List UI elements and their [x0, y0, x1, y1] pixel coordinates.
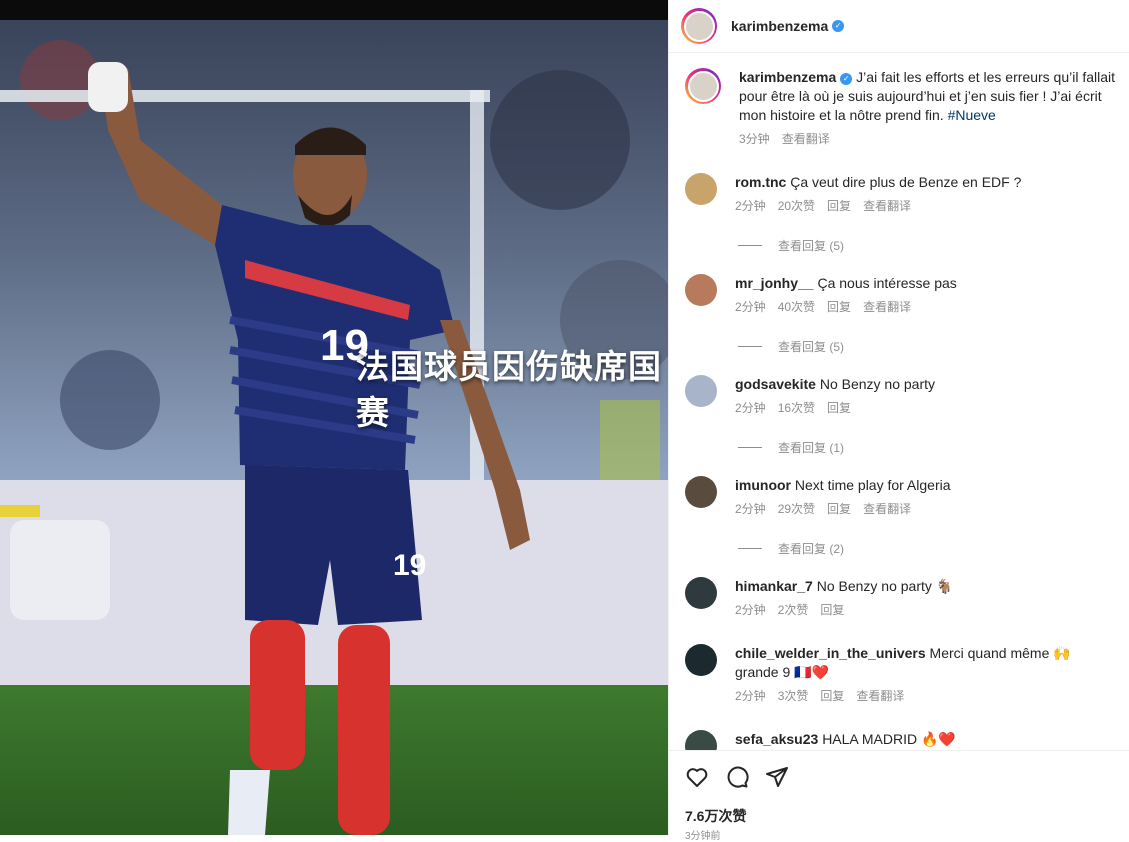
comment-likes[interactable]: 29次赞: [778, 502, 815, 516]
comment-item: imunoor Next time play for Algeria 2分钟 29…: [685, 476, 1118, 519]
share-icon[interactable]: [765, 765, 789, 794]
reply-button[interactable]: 回复: [827, 300, 851, 314]
comment-text: No Benzy no party: [819, 376, 935, 392]
comment-text: Ça nous intéresse pas: [817, 275, 957, 291]
reply-button[interactable]: 回复: [827, 502, 851, 516]
commenter-avatar[interactable]: [685, 173, 717, 205]
view-replies-button[interactable]: 查看回复 (5): [738, 338, 844, 355]
comment-icon[interactable]: [725, 765, 749, 794]
svg-text:19: 19: [393, 549, 426, 582]
comment-username[interactable]: imunoor: [735, 477, 791, 493]
comment-time: 2分钟: [735, 300, 766, 314]
see-translation-link[interactable]: 查看翻译: [863, 300, 911, 314]
post-footer: 7.6万次赞 3分钟前: [669, 750, 1129, 842]
comment-time: 2分钟: [735, 502, 766, 516]
commenter-avatar[interactable]: [685, 577, 717, 609]
heart-icon[interactable]: [685, 765, 709, 794]
comment-username[interactable]: mr_jonhy__: [735, 275, 814, 291]
commenter-avatar[interactable]: [685, 274, 717, 306]
reply-button[interactable]: 回复: [820, 603, 844, 617]
comment-text: Ça veut dire plus de Benze en EDF ?: [790, 174, 1022, 190]
action-bar: [685, 765, 805, 794]
comment-item: godsavekite No Benzy no party 2分钟 16次赞 回复: [685, 375, 1118, 418]
comment-username[interactable]: rom.tnc: [735, 174, 786, 190]
comment-username[interactable]: godsavekite: [735, 376, 816, 392]
post-side-panel: karimbenzema ✓ karimbenzema ✓ J’ai fait l…: [668, 0, 1129, 842]
see-translation-link[interactable]: 查看翻译: [782, 132, 830, 146]
view-replies-button[interactable]: 查看回复 (5): [738, 237, 844, 254]
author-avatar[interactable]: [681, 8, 717, 44]
verified-badge-icon: ✓: [840, 73, 853, 85]
reply-button[interactable]: 回复: [827, 199, 851, 213]
view-replies-button[interactable]: 查看回复 (1): [738, 439, 844, 456]
see-translation-link[interactable]: 查看翻译: [856, 689, 904, 703]
comment-item: sefa_aksu23 HALA MADRID 🔥❤️: [685, 730, 1118, 750]
comment-item: chile_welder_in_the_univers Merci quand …: [685, 644, 1118, 706]
reply-button[interactable]: 回复: [827, 401, 851, 415]
comment-likes[interactable]: 20次赞: [778, 199, 815, 213]
hashtag-link[interactable]: #Nueve: [948, 107, 996, 123]
likes-count[interactable]: 7.6万次赞: [685, 806, 746, 826]
comment-likes[interactable]: 40次赞: [778, 300, 815, 314]
comment-text: Next time play for Algeria: [794, 477, 951, 493]
commenter-avatar[interactable]: [685, 644, 717, 676]
comment-item: mr_jonhy__ Ça nous intéresse pas 2分钟 40次赞…: [685, 274, 1118, 317]
commenter-avatar[interactable]: [685, 476, 717, 508]
comment-time: 2分钟: [735, 603, 766, 617]
reply-button[interactable]: 回复: [820, 689, 844, 703]
caption-avatar[interactable]: [685, 68, 721, 104]
comment-likes[interactable]: 3次赞: [778, 689, 809, 703]
comment-item: himankar_7 No Benzy no party 🐐 2分钟 2次赞 回复: [685, 577, 1118, 620]
caption-time: 3分钟: [739, 132, 770, 146]
comment-text: HALA MADRID 🔥❤️: [822, 731, 956, 747]
comment-text: No Benzy no party 🐐: [816, 578, 954, 594]
author-username[interactable]: karimbenzema: [731, 18, 828, 34]
overlay-headline: 法国球员因伤缺席国赛: [356, 348, 662, 431]
comment-time: 2分钟: [735, 401, 766, 415]
comment-likes[interactable]: 2次赞: [778, 603, 809, 617]
caption-username[interactable]: karimbenzema: [739, 69, 836, 85]
post-photo[interactable]: 19 19 法国球员因伤缺席国赛: [0, 0, 668, 835]
photo-top-bar: [0, 0, 668, 20]
comment-item: rom.tnc Ça veut dire plus de Benze en ED…: [685, 173, 1118, 216]
post-header: karimbenzema ✓: [669, 0, 1129, 53]
comment-likes[interactable]: 16次赞: [778, 401, 815, 415]
comment-username[interactable]: sefa_aksu23: [735, 731, 818, 747]
post-caption: karimbenzema ✓ J’ai fait les efforts et l…: [685, 68, 1118, 149]
see-translation-link[interactable]: 查看翻译: [863, 502, 911, 516]
view-replies-button[interactable]: 查看回复 (2): [738, 540, 844, 557]
comment-time: 2分钟: [735, 689, 766, 703]
verified-badge-icon: ✓: [832, 20, 845, 32]
commenter-avatar[interactable]: [685, 375, 717, 407]
comments-list[interactable]: karimbenzema ✓ J’ai fait les efforts et l…: [669, 53, 1129, 750]
see-translation-link[interactable]: 查看翻译: [863, 199, 911, 213]
commenter-avatar[interactable]: [685, 730, 717, 750]
comment-username[interactable]: chile_welder_in_the_univers: [735, 645, 926, 661]
comment-time: 2分钟: [735, 199, 766, 213]
comment-username[interactable]: himankar_7: [735, 578, 813, 594]
